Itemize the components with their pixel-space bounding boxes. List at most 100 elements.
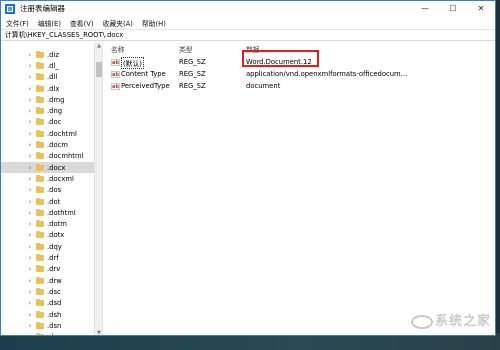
window-controls: — ☐ ✕ [411,1,495,16]
address-bar[interactable]: 计算机\HKEY_CLASSES_ROOT\.docx [1,29,495,41]
chevron-right-icon[interactable]: › [27,288,33,296]
tree-item[interactable]: › .docxml [1,173,94,184]
chevron-right-icon[interactable]: › [27,96,33,104]
menu-file[interactable]: 文件(F) [6,18,29,28]
tree-item[interactable]: › .docx [1,162,94,174]
value-name: PerceivedType [121,82,170,90]
tree-item-label: .dotx [47,231,65,240]
chevron-right-icon[interactable]: › [27,299,33,307]
tree-item[interactable]: › .dothtml [1,207,94,218]
chevron-right-icon[interactable]: › [27,51,33,59]
tree-item[interactable]: › .dot [1,196,94,207]
tree-item[interactable]: › .dl_ [1,60,94,71]
chevron-right-icon[interactable]: › [27,231,33,239]
value-row-perceived-type[interactable]: ab PerceivedType REG_SZ document [107,81,495,92]
chevron-right-icon[interactable]: › [27,141,33,149]
close-icon[interactable]: ✕ [467,1,495,16]
tree-item[interactable]: › .drv [1,264,94,275]
chevron-right-icon[interactable]: › [27,118,33,126]
tree-item-label: .dos [47,186,62,195]
pane-splitter[interactable] [102,42,106,335]
menu-view[interactable]: 查看(V) [70,18,94,28]
tree-item[interactable]: › .dos [1,185,94,196]
tree-item-label: .dlx [47,84,60,93]
tree-item-label: .dmg [47,95,65,104]
chevron-right-icon[interactable]: › [27,130,33,138]
chevron-right-icon[interactable]: › [27,164,33,172]
tree-item[interactable]: › .dsc [1,286,94,297]
tree-item[interactable]: › .dochtml [1,128,94,139]
chevron-right-icon[interactable]: › [27,209,33,217]
tree-item-label: .dsc [47,287,61,296]
folder-icon [36,118,44,126]
tree-item[interactable]: › .dsd [1,298,94,309]
tree-item[interactable]: › .dll [1,72,94,83]
chevron-right-icon[interactable]: › [27,322,33,330]
chevron-right-icon[interactable]: › [27,277,33,285]
tree-item-label: .dotm [47,220,67,229]
menu-edit[interactable]: 编辑(E) [38,18,61,28]
key-tree: › .diz › .dl_ › .dll › .dlx › .dmg › .dng › .doc › .doc… [1,42,94,335]
values-list: 名称 类型 数据 ab (默认) REG_SZ Word.Document.12… [107,42,495,335]
tree-item[interactable]: › .dsh [1,309,94,320]
chevron-right-icon[interactable]: › [27,198,33,206]
tree-item-label: .dng [47,107,63,116]
tree-item-label: .docm [47,141,68,150]
tree-item[interactable]: › .drf [1,252,94,263]
chevron-right-icon[interactable]: › [27,62,33,70]
chevron-right-icon[interactable]: › [27,220,33,228]
tree-item[interactable]: › .docmhtml [1,151,94,162]
tree-item[interactable]: › .dng [1,106,94,117]
menu-favorites[interactable]: 收藏夹(A) [103,18,133,28]
menu-bar: 文件(F) 编辑(E) 查看(V) 收藏夹(A) 帮助(H) [1,16,495,29]
chevron-right-icon[interactable]: › [27,175,33,183]
chevron-right-icon[interactable]: › [27,107,33,115]
folder-icon [36,287,44,295]
title-bar[interactable]: 注册表编辑器 — ☐ ✕ [1,1,495,16]
tree-item-label: .dsp [47,333,61,335]
string-value-icon: ab [111,59,120,66]
registry-editor-icon [5,3,15,14]
tree-item-label: .dsd [47,299,62,308]
chevron-right-icon[interactable]: › [27,333,33,335]
tree-item[interactable]: › .dotm [1,219,94,230]
folder-icon [36,174,44,182]
tree-item[interactable]: › .dotx [1,230,94,241]
chevron-right-icon[interactable]: › [27,265,33,273]
folder-icon [36,276,44,284]
maximize-icon[interactable]: ☐ [439,1,467,16]
chevron-right-icon[interactable]: › [27,243,33,251]
value-row-content-type[interactable]: ab Content Type REG_SZ application/vnd.o… [107,69,495,80]
minimize-icon[interactable]: — [411,1,439,16]
value-type: REG_SZ [179,58,206,66]
tree-item[interactable]: › .dsp [1,332,94,335]
chevron-right-icon[interactable]: › [27,254,33,262]
tree-item-label: .dll [47,73,58,82]
chevron-right-icon[interactable]: › [27,73,33,81]
folder-icon [36,141,44,149]
folder-icon [36,152,44,160]
tree-item[interactable]: › .dqy [1,241,94,252]
column-header-name[interactable]: 名称 [111,44,125,54]
folder-icon [36,61,44,69]
chevron-right-icon[interactable]: › [27,85,33,93]
watermark-logo-icon [410,314,433,329]
tree-item[interactable]: › .doc [1,117,94,128]
column-header-type[interactable]: 类型 [179,44,193,54]
tree-item-label: .docxml [47,174,74,183]
tree-scrollbar[interactable]: ▲ ▼ [94,42,102,335]
menu-help[interactable]: 帮助(H) [142,18,166,28]
folder-icon [36,84,44,92]
tree-item[interactable]: › .docm [1,139,94,150]
tree-item[interactable]: › .drw [1,275,94,286]
tree-item[interactable]: › .diz [1,49,94,60]
chevron-right-icon[interactable]: › [27,152,33,160]
folder-icon [36,208,44,216]
tree-item[interactable]: › .dlx [1,83,94,94]
tree-item-label: .docx [47,163,66,172]
chevron-right-icon[interactable]: › [27,311,33,319]
tree-item[interactable]: › .dsn [1,320,94,331]
chevron-right-icon[interactable]: › [27,186,33,194]
tree-item[interactable]: › .dmg [1,94,94,105]
folder-icon [36,231,44,239]
